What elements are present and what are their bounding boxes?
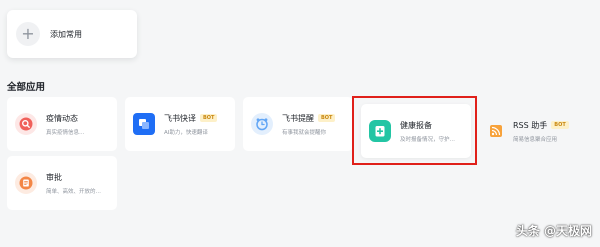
app-card-rss[interactable]: RSS 助手 BOT 简易信息聚合应用 [487,104,597,158]
plus-icon[interactable]: + [16,22,40,46]
app-card-epidemic[interactable]: 疫情动态 真实疫情信息… [7,97,117,151]
app-desc: 简单、高效、开放的… [46,188,102,195]
add-common-card[interactable]: + 添加常用 [7,10,137,58]
app-name: 审批 [46,172,62,182]
search-magnifier-icon [15,113,37,135]
app-card-health-report[interactable]: 健康报备 及时报备情况，守护… [361,104,471,158]
add-common-label: 添加常用 [50,29,82,39]
watermark: 头条 @天极网 [515,224,592,238]
app-name: 飞书提醒 [282,113,314,123]
app-name: 飞书快译 [164,113,196,123]
app-desc: AI助力，快速翻译 [164,129,208,136]
app-desc: 真实疫情信息… [46,129,85,136]
translate-icon [133,113,155,135]
bot-badge: BOT [200,114,218,122]
approval-document-icon [15,172,37,194]
alarm-clock-icon [251,113,273,135]
app-card-translate[interactable]: 飞书快译 BOT AI助力，快速翻译 [125,97,235,151]
app-card-reminder[interactable]: 飞书提醒 BOT 有事我就会提醒你 [243,97,353,151]
rss-icon [487,120,505,142]
app-desc: 有事我就会提醒你 [282,129,327,136]
section-title-all-apps: 全部应用 [7,82,46,93]
app-name: 健康报备 [400,120,432,130]
app-name: RSS 助手 [513,120,548,130]
app-name: 疫情动态 [46,113,78,123]
health-report-icon [369,120,391,142]
app-card-approval[interactable]: 审批 简单、高效、开放的… [7,156,117,210]
app-desc: 及时报备情况，守护… [400,136,456,143]
bot-badge: BOT [551,121,569,129]
app-desc: 简易信息聚合应用 [513,136,558,143]
bot-badge: BOT [318,114,336,122]
